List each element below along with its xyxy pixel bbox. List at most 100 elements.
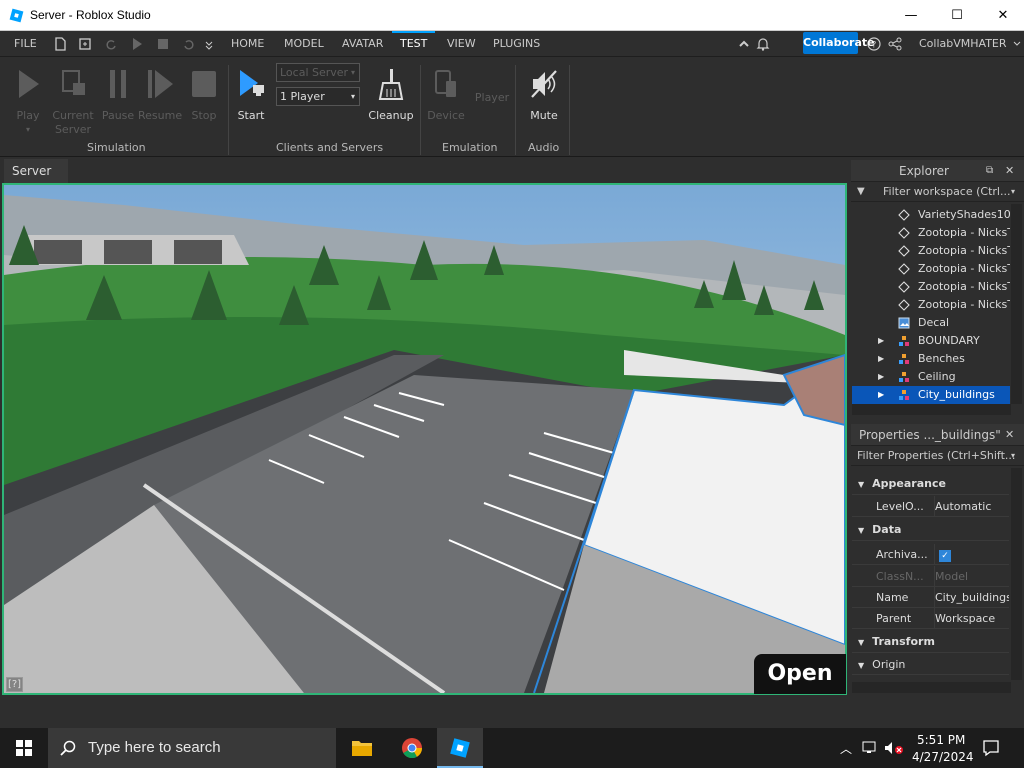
current-server-button[interactable]: Current Server (50, 67, 96, 137)
notifications-bell-icon[interactable] (755, 36, 771, 52)
player-count-select[interactable]: 1 Player ▾ (276, 87, 360, 106)
properties-hscrollbar[interactable] (852, 682, 1011, 693)
simulation-group-label: Simulation (87, 141, 146, 154)
mute-button[interactable]: Mute (526, 67, 562, 123)
chrome-icon[interactable] (401, 737, 423, 759)
property-origin[interactable]: ▼ Origin (852, 654, 1009, 675)
broom-icon (378, 69, 404, 100)
explorer-filter-input[interactable]: Filter workspace (Ctrl... (883, 182, 1010, 202)
user-chevron-icon[interactable] (1011, 36, 1023, 52)
meshpart-icon (898, 299, 910, 311)
properties-filter-bar[interactable]: Filter Properties (Ctrl+Shift... ▾ (851, 446, 1024, 466)
expand-arrow-icon[interactable]: ▶ (878, 350, 884, 368)
explorer-item[interactable]: Zootopia - NicksTi (852, 278, 1010, 296)
explorer-item[interactable]: VarietyShades10 (852, 206, 1010, 224)
quick-access-dropdown-icon[interactable] (203, 36, 215, 52)
pause-button[interactable]: Pause (100, 67, 136, 123)
property-value[interactable]: ✓ (934, 544, 1009, 565)
expand-arrow-icon[interactable]: ▶ (878, 368, 884, 386)
new-file-icon[interactable] (52, 36, 68, 52)
filter-dropdown-icon[interactable]: ▾ (1011, 182, 1015, 202)
property-name[interactable]: Name City_buildings (852, 587, 1009, 608)
explorer-item-label: Zootopia - NicksTi (918, 280, 1010, 293)
clock-time[interactable]: 5:51 PM (917, 733, 965, 747)
collapse-icon: ▼ (858, 661, 865, 670)
close-window-button[interactable]: ✕ (980, 0, 1024, 31)
undock-icon[interactable]: ⧉ (986, 160, 993, 182)
viewport-help-button[interactable]: [?] (6, 677, 23, 692)
tab-home[interactable]: HOME (229, 31, 266, 57)
device-button[interactable]: Device (426, 67, 466, 123)
explorer-item[interactable]: ▶ BOUNDARY (852, 332, 1010, 350)
tab-plugins[interactable]: PLUGINS (491, 31, 542, 57)
explorer-item[interactable]: Decal (852, 314, 1010, 332)
username-label[interactable]: CollabVMHATER (917, 31, 1009, 57)
start-button[interactable]: Start (234, 67, 268, 123)
properties-filter-input[interactable]: Filter Properties (Ctrl+Shift... (857, 449, 1015, 462)
share-icon[interactable] (887, 36, 903, 52)
play-button[interactable]: Play ▾ (12, 67, 44, 137)
cleanup-label: Cleanup (368, 109, 414, 122)
tab-test[interactable]: TEST (392, 31, 436, 57)
player-emulation-button[interactable]: Player (472, 91, 512, 105)
explorer-item[interactable]: ▶ City_buildings (852, 386, 1010, 404)
network-icon[interactable] (862, 741, 880, 755)
roblox-studio-taskbar-button[interactable] (437, 728, 483, 768)
server-select[interactable]: Local Server ▾ (276, 63, 360, 82)
explorer-filter-bar[interactable]: ▼ Filter workspace (Ctrl... ▾ (851, 182, 1024, 202)
ribbon-separator (569, 65, 570, 155)
section-transform[interactable]: ▼ Transform (852, 631, 1009, 653)
taskbar-search-box[interactable]: Type here to search (48, 728, 336, 768)
3d-viewport[interactable] (2, 183, 847, 695)
cleanup-button[interactable]: Cleanup (368, 67, 414, 123)
volume-muted-icon[interactable] (884, 741, 904, 755)
roblox-studio-logo-icon (9, 8, 24, 23)
file-explorer-icon[interactable] (351, 738, 373, 758)
play-quick-icon[interactable] (129, 36, 145, 52)
archivable-checkbox-icon[interactable]: ✓ (939, 550, 951, 562)
stop-button[interactable]: Stop (186, 67, 222, 123)
publish-icon[interactable] (77, 36, 93, 52)
property-value[interactable]: Automatic (934, 496, 1009, 517)
clock-date[interactable]: 4/27/2024 (912, 750, 974, 764)
explorer-item[interactable]: Zootopia - NicksTi (852, 224, 1010, 242)
tab-avatar[interactable]: AVATAR (340, 31, 385, 57)
properties-filter-dropdown-icon[interactable]: ▾ (1011, 446, 1015, 466)
maximize-button[interactable]: ☐ (934, 0, 980, 31)
property-archivable[interactable]: Archiva... ✓ (852, 544, 1009, 565)
property-parent[interactable]: Parent Workspace (852, 608, 1009, 629)
collapse-ribbon-icon[interactable] (736, 36, 752, 52)
close-explorer-icon[interactable]: ✕ (1005, 160, 1014, 182)
collaborate-button[interactable]: Collaborate (803, 32, 875, 54)
explorer-item[interactable]: ▶ Benches (852, 350, 1010, 368)
tab-server[interactable]: Server ✕ (4, 159, 68, 202)
explorer-scrollbar[interactable] (1011, 204, 1022, 404)
explorer-item[interactable]: Zootopia - NicksTi (852, 242, 1010, 260)
section-data[interactable]: ▼ Data (852, 519, 1009, 541)
tray-overflow-icon[interactable]: ︿ (840, 740, 852, 757)
minimize-button[interactable]: — (888, 0, 934, 31)
expand-arrow-icon[interactable]: ▶ (878, 386, 884, 404)
explorer-item[interactable]: Zootopia - NicksTi (852, 296, 1010, 314)
undo-icon[interactable] (181, 36, 197, 52)
explorer-item-label: Zootopia - NicksTi (918, 244, 1010, 257)
stop-quick-icon[interactable] (155, 36, 171, 52)
expand-arrow-icon[interactable]: ▶ (878, 332, 884, 350)
close-properties-icon[interactable]: ✕ (1005, 424, 1014, 446)
file-menu[interactable]: FILE (12, 31, 39, 57)
action-center-icon[interactable] (982, 739, 1000, 757)
resume-button[interactable]: Resume (138, 67, 182, 123)
properties-scrollbar[interactable] (1011, 468, 1022, 680)
explorer-item[interactable]: ▶ Ceiling (852, 368, 1010, 386)
tab-view[interactable]: VIEW (445, 31, 478, 57)
section-appearance[interactable]: ▼ Appearance (852, 473, 1009, 495)
property-value[interactable]: City_buildings (934, 587, 1009, 608)
explorer-item[interactable]: Zootopia - NicksTi (852, 260, 1010, 278)
property-value[interactable]: Workspace (934, 608, 1009, 629)
windows-start-icon[interactable] (16, 740, 32, 756)
explorer-hscrollbar[interactable] (852, 404, 1011, 415)
property-levelofdetail[interactable]: LevelO... Automatic (852, 496, 1009, 517)
redo-icon[interactable] (103, 36, 119, 52)
tab-model[interactable]: MODEL (282, 31, 326, 57)
open-button[interactable]: Open (754, 654, 846, 694)
